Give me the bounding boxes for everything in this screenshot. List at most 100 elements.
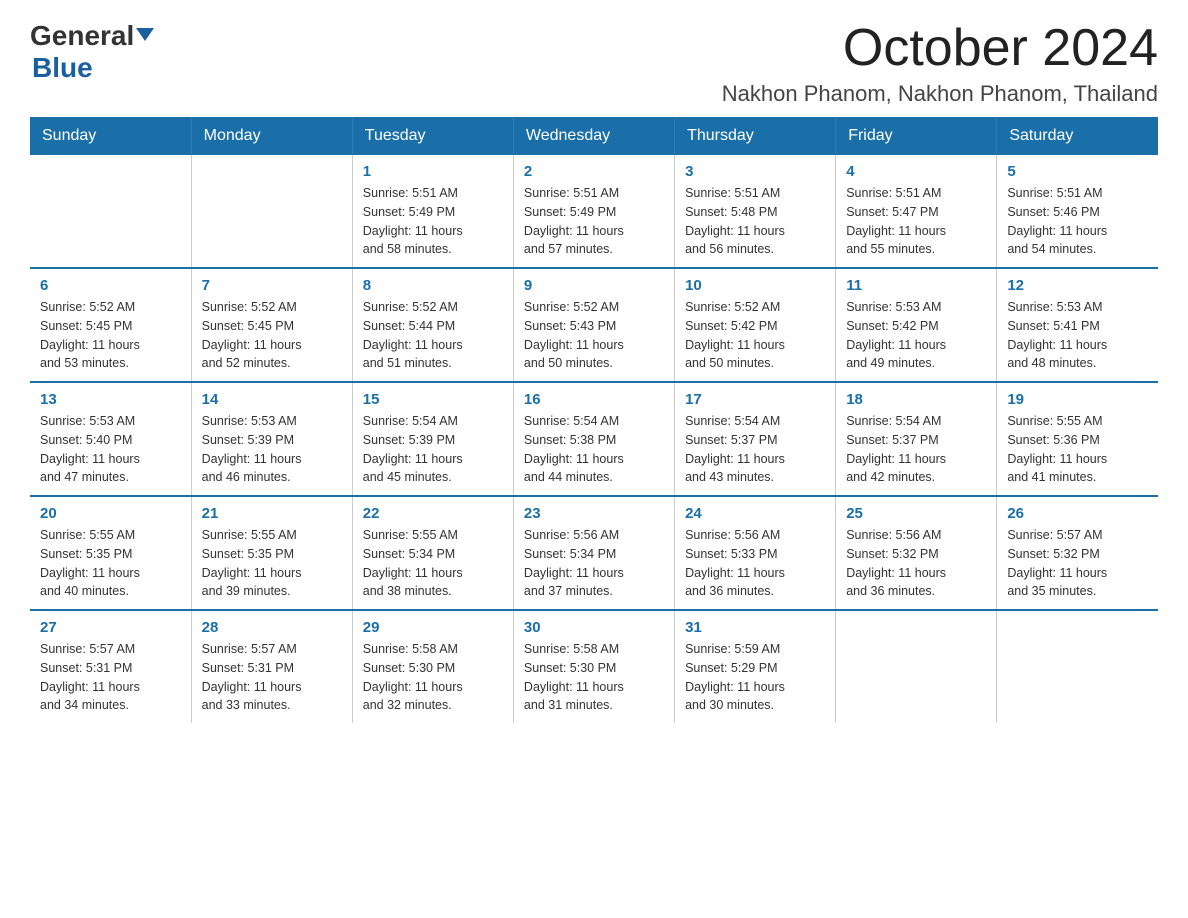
- calendar-week-row: 20 Sunrise: 5:55 AM Sunset: 5:35 PM Dayli…: [30, 496, 1158, 610]
- calendar-cell: 4Sunrise: 5:51 AM Sunset: 5:47 PM Daylig…: [836, 155, 997, 268]
- calendar-cell: 27 Sunrise: 5:57 AM Sunset: 5:31 PM Dayli…: [30, 610, 191, 723]
- day-info: Sunrise: 5:58 AM Sunset: 5:30 PM Dayligh…: [363, 640, 503, 715]
- calendar-header-monday: Monday: [191, 117, 352, 155]
- day-number: 9: [524, 277, 664, 294]
- day-number: 26: [1007, 505, 1148, 522]
- day-info: Sunrise: 5:55 AM Sunset: 5:35 PM Dayligh…: [40, 526, 181, 601]
- day-info: Sunrise: 5:56 AM Sunset: 5:34 PM Dayligh…: [524, 526, 664, 601]
- day-number: 11: [846, 277, 986, 294]
- day-number: 17: [685, 391, 825, 408]
- subtitle: Nakhon Phanom, Nakhon Phanom, Thailand: [722, 81, 1158, 107]
- calendar-cell: 7Sunrise: 5:52 AM Sunset: 5:45 PM Daylig…: [191, 268, 352, 382]
- calendar-cell: [30, 155, 191, 268]
- calendar-cell: 30 Sunrise: 5:58 AM Sunset: 5:30 PM Dayli…: [513, 610, 674, 723]
- calendar-cell: 23 Sunrise: 5:56 AM Sunset: 5:34 PM Dayli…: [513, 496, 674, 610]
- calendar-cell: [997, 610, 1158, 723]
- day-info: Sunrise: 5:56 AM Sunset: 5:32 PM Dayligh…: [846, 526, 986, 601]
- day-info: Sunrise: 5:57 AM Sunset: 5:31 PM Dayligh…: [40, 640, 181, 715]
- calendar-cell: 8 Sunrise: 5:52 AM Sunset: 5:44 PM Daylig…: [352, 268, 513, 382]
- day-info: Sunrise: 5:53 AM Sunset: 5:40 PM Dayligh…: [40, 412, 181, 487]
- day-number: 2: [524, 163, 664, 180]
- day-number: 24: [685, 505, 825, 522]
- day-number: 19: [1007, 391, 1148, 408]
- day-number: 1: [363, 163, 503, 180]
- calendar-cell: 25 Sunrise: 5:56 AM Sunset: 5:32 PM Dayli…: [836, 496, 997, 610]
- day-info: Sunrise: 5:53 AM Sunset: 5:39 PM Dayligh…: [202, 412, 342, 487]
- logo-general-text: General: [30, 20, 134, 52]
- day-number: 27: [40, 619, 181, 636]
- day-info: Sunrise: 5:52 AM Sunset: 5:44 PM Dayligh…: [363, 298, 503, 373]
- day-number: 18: [846, 391, 986, 408]
- calendar-cell: 18 Sunrise: 5:54 AM Sunset: 5:37 PM Dayli…: [836, 382, 997, 496]
- calendar-cell: 17Sunrise: 5:54 AM Sunset: 5:37 PM Dayli…: [675, 382, 836, 496]
- day-number: 4: [846, 163, 986, 180]
- calendar-cell: 15Sunrise: 5:54 AM Sunset: 5:39 PM Dayli…: [352, 382, 513, 496]
- day-info: Sunrise: 5:54 AM Sunset: 5:37 PM Dayligh…: [846, 412, 986, 487]
- calendar-cell: 24 Sunrise: 5:56 AM Sunset: 5:33 PM Dayli…: [675, 496, 836, 610]
- calendar-header-sunday: Sunday: [30, 117, 191, 155]
- logo-blue-text: Blue: [30, 52, 154, 84]
- calendar-header-thursday: Thursday: [675, 117, 836, 155]
- main-title: October 2024: [722, 20, 1158, 77]
- calendar-cell: 10 Sunrise: 5:52 AM Sunset: 5:42 PM Dayli…: [675, 268, 836, 382]
- calendar-table: SundayMondayTuesdayWednesdayThursdayFrid…: [30, 117, 1158, 723]
- calendar-week-row: 1 Sunrise: 5:51 AM Sunset: 5:49 PM Daylig…: [30, 155, 1158, 268]
- title-section: October 2024 Nakhon Phanom, Nakhon Phano…: [722, 20, 1158, 107]
- day-info: Sunrise: 5:56 AM Sunset: 5:33 PM Dayligh…: [685, 526, 825, 601]
- logo: General Blue: [30, 20, 154, 84]
- day-number: 14: [202, 391, 342, 408]
- day-info: Sunrise: 5:52 AM Sunset: 5:45 PM Dayligh…: [202, 298, 342, 373]
- calendar-header-friday: Friday: [836, 117, 997, 155]
- day-info: Sunrise: 5:51 AM Sunset: 5:48 PM Dayligh…: [685, 184, 825, 259]
- day-info: Sunrise: 5:57 AM Sunset: 5:31 PM Dayligh…: [202, 640, 342, 715]
- day-number: 15: [363, 391, 503, 408]
- calendar-cell: 16 Sunrise: 5:54 AM Sunset: 5:38 PM Dayli…: [513, 382, 674, 496]
- calendar-cell: 22Sunrise: 5:55 AM Sunset: 5:34 PM Dayli…: [352, 496, 513, 610]
- day-info: Sunrise: 5:51 AM Sunset: 5:49 PM Dayligh…: [363, 184, 503, 259]
- calendar-cell: 14 Sunrise: 5:53 AM Sunset: 5:39 PM Dayli…: [191, 382, 352, 496]
- day-number: 12: [1007, 277, 1148, 294]
- calendar-header-wednesday: Wednesday: [513, 117, 674, 155]
- calendar-week-row: 13 Sunrise: 5:53 AM Sunset: 5:40 PM Dayli…: [30, 382, 1158, 496]
- calendar-cell: 3 Sunrise: 5:51 AM Sunset: 5:48 PM Daylig…: [675, 155, 836, 268]
- day-number: 28: [202, 619, 342, 636]
- day-number: 8: [363, 277, 503, 294]
- day-number: 13: [40, 391, 181, 408]
- day-info: Sunrise: 5:51 AM Sunset: 5:49 PM Dayligh…: [524, 184, 664, 259]
- day-number: 16: [524, 391, 664, 408]
- calendar-header-tuesday: Tuesday: [352, 117, 513, 155]
- day-number: 10: [685, 277, 825, 294]
- calendar-cell: 19 Sunrise: 5:55 AM Sunset: 5:36 PM Dayli…: [997, 382, 1158, 496]
- day-number: 22: [363, 505, 503, 522]
- day-number: 21: [202, 505, 342, 522]
- day-info: Sunrise: 5:58 AM Sunset: 5:30 PM Dayligh…: [524, 640, 664, 715]
- day-info: Sunrise: 5:52 AM Sunset: 5:45 PM Dayligh…: [40, 298, 181, 373]
- day-number: 29: [363, 619, 503, 636]
- calendar-header-saturday: Saturday: [997, 117, 1158, 155]
- day-number: 3: [685, 163, 825, 180]
- day-number: 30: [524, 619, 664, 636]
- day-info: Sunrise: 5:53 AM Sunset: 5:41 PM Dayligh…: [1007, 298, 1148, 373]
- day-info: Sunrise: 5:51 AM Sunset: 5:46 PM Dayligh…: [1007, 184, 1148, 259]
- day-number: 23: [524, 505, 664, 522]
- calendar-cell: 31Sunrise: 5:59 AM Sunset: 5:29 PM Dayli…: [675, 610, 836, 723]
- day-info: Sunrise: 5:52 AM Sunset: 5:42 PM Dayligh…: [685, 298, 825, 373]
- day-number: 31: [685, 619, 825, 636]
- calendar-cell: 5 Sunrise: 5:51 AM Sunset: 5:46 PM Daylig…: [997, 155, 1158, 268]
- calendar-cell: 2 Sunrise: 5:51 AM Sunset: 5:49 PM Daylig…: [513, 155, 674, 268]
- day-number: 20: [40, 505, 181, 522]
- day-info: Sunrise: 5:52 AM Sunset: 5:43 PM Dayligh…: [524, 298, 664, 373]
- calendar-cell: 11Sunrise: 5:53 AM Sunset: 5:42 PM Dayli…: [836, 268, 997, 382]
- day-info: Sunrise: 5:57 AM Sunset: 5:32 PM Dayligh…: [1007, 526, 1148, 601]
- day-info: Sunrise: 5:55 AM Sunset: 5:36 PM Dayligh…: [1007, 412, 1148, 487]
- calendar-cell: 29 Sunrise: 5:58 AM Sunset: 5:30 PM Dayli…: [352, 610, 513, 723]
- calendar-header-row: SundayMondayTuesdayWednesdayThursdayFrid…: [30, 117, 1158, 155]
- calendar-cell: [836, 610, 997, 723]
- day-number: 5: [1007, 163, 1148, 180]
- calendar-cell: 13 Sunrise: 5:53 AM Sunset: 5:40 PM Dayli…: [30, 382, 191, 496]
- day-number: 25: [846, 505, 986, 522]
- day-info: Sunrise: 5:54 AM Sunset: 5:38 PM Dayligh…: [524, 412, 664, 487]
- calendar-cell: 9 Sunrise: 5:52 AM Sunset: 5:43 PM Daylig…: [513, 268, 674, 382]
- day-info: Sunrise: 5:55 AM Sunset: 5:35 PM Dayligh…: [202, 526, 342, 601]
- calendar-cell: 26 Sunrise: 5:57 AM Sunset: 5:32 PM Dayli…: [997, 496, 1158, 610]
